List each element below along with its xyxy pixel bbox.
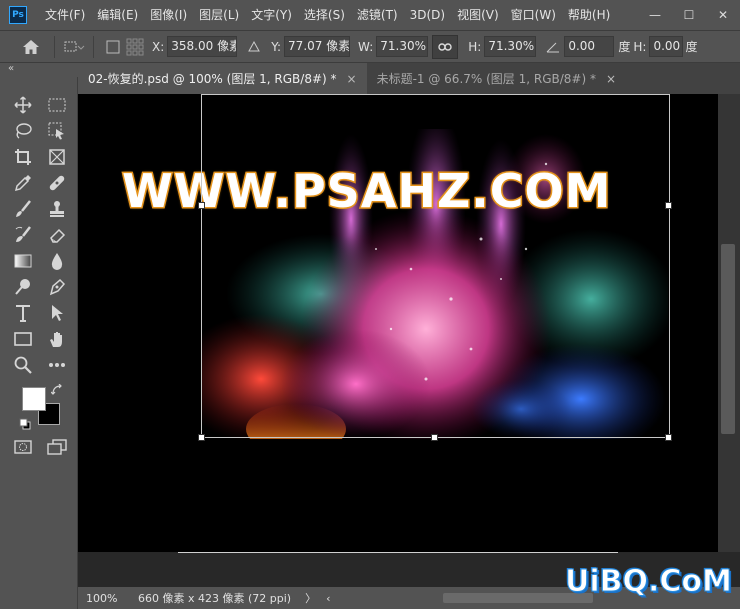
tab-label: 02-恢复的.psd @ 100% (图层 1, RGB/8#) * xyxy=(88,72,337,86)
canvas-guide-line xyxy=(178,552,618,553)
link-icon[interactable] xyxy=(432,34,459,59)
delta-icon xyxy=(243,36,265,58)
transform-handle[interactable] xyxy=(431,434,438,441)
collapse-panel-icon[interactable]: « xyxy=(0,63,42,77)
canvas-area[interactable]: WWW.PSAHZ.COM xyxy=(78,94,740,587)
blur-tool-icon[interactable] xyxy=(44,249,70,273)
transform-handle[interactable] xyxy=(198,202,205,209)
menu-help[interactable]: 帮助(H) xyxy=(562,0,616,30)
swap-colors-icon[interactable] xyxy=(50,383,64,397)
history-brush-tool-icon[interactable] xyxy=(10,223,36,247)
hand-tool-icon[interactable] xyxy=(44,327,70,351)
angle-icon xyxy=(542,36,564,58)
menu-3d[interactable]: 3D(D) xyxy=(404,0,451,30)
angle-unit: 度 xyxy=(618,40,631,54)
more-tools-icon[interactable] xyxy=(44,353,70,377)
hskew-field[interactable]: 0.00 xyxy=(649,36,684,57)
toolbox xyxy=(0,77,78,609)
h-label: H: xyxy=(468,39,482,54)
status-menu-arrow-icon[interactable]: 〉 xyxy=(305,590,316,606)
object-selection-tool-icon[interactable] xyxy=(44,119,70,143)
y-position-field[interactable]: 77.07 像素 xyxy=(284,36,351,57)
menu-type[interactable]: 文字(Y) xyxy=(245,0,298,30)
crop-tool-icon[interactable] xyxy=(10,145,36,169)
x-position-field[interactable]: 358.00 像素 xyxy=(167,36,238,57)
quick-mask-icon[interactable] xyxy=(10,435,36,459)
lasso-tool-icon[interactable] xyxy=(10,119,36,143)
pen-tool-icon[interactable] xyxy=(44,275,70,299)
tab-label: 未标题-1 @ 66.7% (图层 1, RGB/8#) * xyxy=(376,72,596,86)
w-label: W: xyxy=(358,39,374,54)
scroll-left-icon[interactable]: ‹ xyxy=(326,592,330,605)
tab-close-icon[interactable]: × xyxy=(606,72,616,86)
menu-image[interactable]: 图像(I) xyxy=(144,0,193,30)
screen-mode-icon[interactable] xyxy=(44,435,70,459)
vertical-scroll-thumb[interactable] xyxy=(721,244,735,434)
rectangle-tool-icon[interactable] xyxy=(10,327,36,351)
dodge-tool-icon[interactable] xyxy=(10,275,36,299)
hskew-unit: 度 xyxy=(685,40,698,54)
path-selection-tool-icon[interactable] xyxy=(44,301,70,325)
eyedropper-tool-icon[interactable] xyxy=(10,171,36,195)
home-icon[interactable] xyxy=(16,34,46,60)
menu-select[interactable]: 选择(S) xyxy=(298,0,351,30)
menu-edit[interactable]: 编辑(E) xyxy=(91,0,144,30)
y-label: Y: xyxy=(271,39,282,54)
tab-close-icon[interactable]: × xyxy=(347,72,357,86)
stamp-tool-icon[interactable] xyxy=(44,197,70,221)
menu-window[interactable]: 窗口(W) xyxy=(505,0,562,30)
tab-document-1[interactable]: 02-恢复的.psd @ 100% (图层 1, RGB/8#) * × xyxy=(78,63,367,94)
brush-tool-icon[interactable] xyxy=(10,197,36,221)
frame-tool-icon[interactable] xyxy=(44,145,70,169)
eraser-tool-icon[interactable] xyxy=(44,223,70,247)
marquee-tool-icon[interactable] xyxy=(44,93,70,117)
width-field[interactable]: 71.30% xyxy=(376,36,429,57)
menu-filter[interactable]: 滤镜(T) xyxy=(351,0,404,30)
type-tool-icon[interactable] xyxy=(10,301,36,325)
document-info: 660 像素 x 423 像素 (72 ppi) xyxy=(138,592,292,605)
angle-field[interactable]: 0.00 xyxy=(564,36,615,57)
uibq-watermark-text: UiBQ.CoM xyxy=(565,564,733,600)
height-field[interactable]: 71.30% xyxy=(484,36,537,57)
zoom-level[interactable]: 100% xyxy=(78,592,130,605)
spot-healing-tool-icon[interactable] xyxy=(44,171,70,195)
maximize-button[interactable]: ☐ xyxy=(672,0,706,30)
transform-handle[interactable] xyxy=(665,202,672,209)
foreground-color-swatch[interactable] xyxy=(22,387,46,411)
tab-document-2[interactable]: 未标题-1 @ 66.7% (图层 1, RGB/8#) * × xyxy=(366,63,627,94)
transform-handle[interactable] xyxy=(665,434,672,441)
minimize-button[interactable]: — xyxy=(638,0,672,30)
default-colors-icon[interactable] xyxy=(18,417,32,431)
menu-view[interactable]: 视图(V) xyxy=(451,0,505,30)
zoom-tool-icon[interactable] xyxy=(10,353,36,377)
gradient-tool-icon[interactable] xyxy=(10,249,36,273)
menu-file[interactable]: 文件(F) xyxy=(39,0,91,30)
reference-point-checkbox[interactable] xyxy=(102,36,124,58)
close-button[interactable]: ✕ xyxy=(706,0,740,30)
reference-point-grid-icon[interactable] xyxy=(124,36,146,58)
menu-layer[interactable]: 图层(L) xyxy=(193,0,245,30)
move-tool-icon[interactable] xyxy=(10,93,36,117)
transform-bounding-box[interactable] xyxy=(198,94,672,441)
photoshop-logo-icon: Ps xyxy=(9,6,27,24)
hskew-label: H: xyxy=(633,39,647,54)
menu-bar: Ps 文件(F) 编辑(E) 图像(I) 图层(L) 文字(Y) 选择(S) 滤… xyxy=(0,0,740,30)
x-label: X: xyxy=(152,39,165,54)
transform-handle[interactable] xyxy=(198,434,205,441)
transform-select-icon[interactable] xyxy=(63,36,85,58)
options-bar: X: 358.00 像素 Y: 77.07 像素 W: 71.30% H: 71… xyxy=(0,30,740,63)
document-tabs: 02-恢复的.psd @ 100% (图层 1, RGB/8#) * × 未标题… xyxy=(78,63,740,94)
